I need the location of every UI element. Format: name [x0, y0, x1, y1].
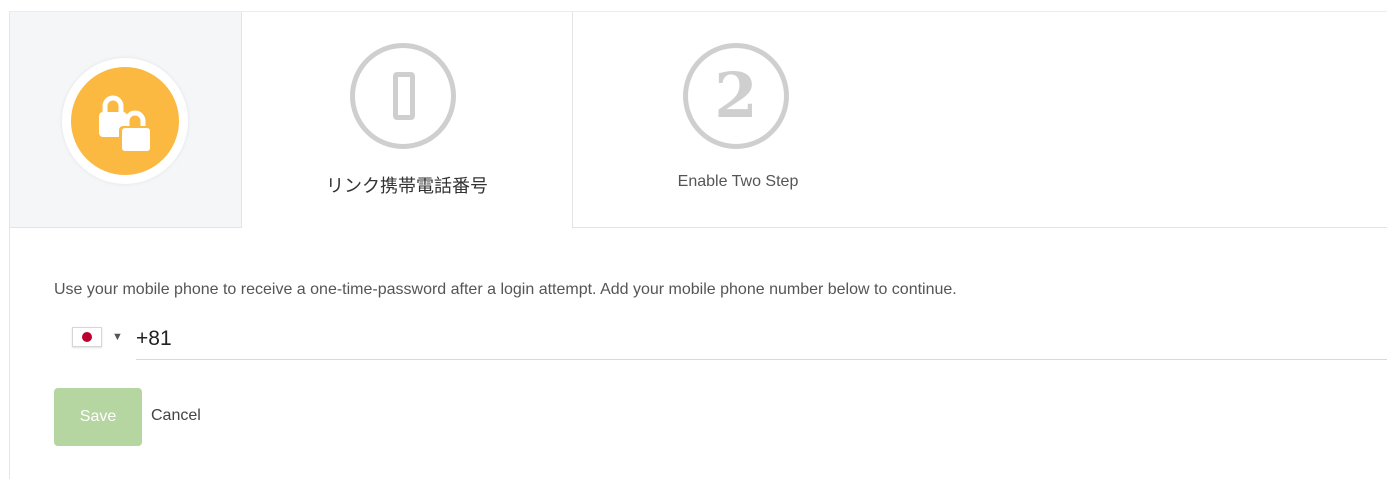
setup-steps: リンク携帯電話番号 2 Enable Two Step — [10, 12, 1387, 229]
caret-down-icon[interactable]: ▼ — [112, 328, 123, 346]
step-link-phone-tab[interactable]: リンク携帯電話番号 — [242, 12, 573, 229]
two-step-setup-card: リンク携帯電話番号 2 Enable Two Step Use your mob… — [9, 11, 1387, 479]
mobile-phone-icon — [393, 72, 415, 120]
instructions-text: Use your mobile phone to receive a one-t… — [54, 281, 957, 298]
step-label: Enable Two Step — [677, 173, 799, 190]
step-circle — [350, 43, 456, 149]
locks-icon — [99, 95, 153, 153]
country-selector[interactable] — [72, 327, 102, 347]
lock-badge — [62, 58, 188, 184]
phone-number-row: ▼ — [72, 318, 1387, 362]
save-button[interactable]: Save — [54, 388, 142, 446]
step-enable-two-step-tab[interactable]: 2 Enable Two Step — [573, 12, 903, 228]
japan-flag-icon — [82, 332, 92, 342]
phone-number-input[interactable] — [136, 318, 1387, 360]
cancel-link[interactable]: Cancel — [151, 407, 201, 425]
step-label: リンク携帯電話番号 — [326, 176, 488, 197]
number-two-icon: 2 — [714, 59, 758, 132]
step-circle: 2 — [683, 43, 789, 149]
lock-panel — [10, 12, 242, 228]
